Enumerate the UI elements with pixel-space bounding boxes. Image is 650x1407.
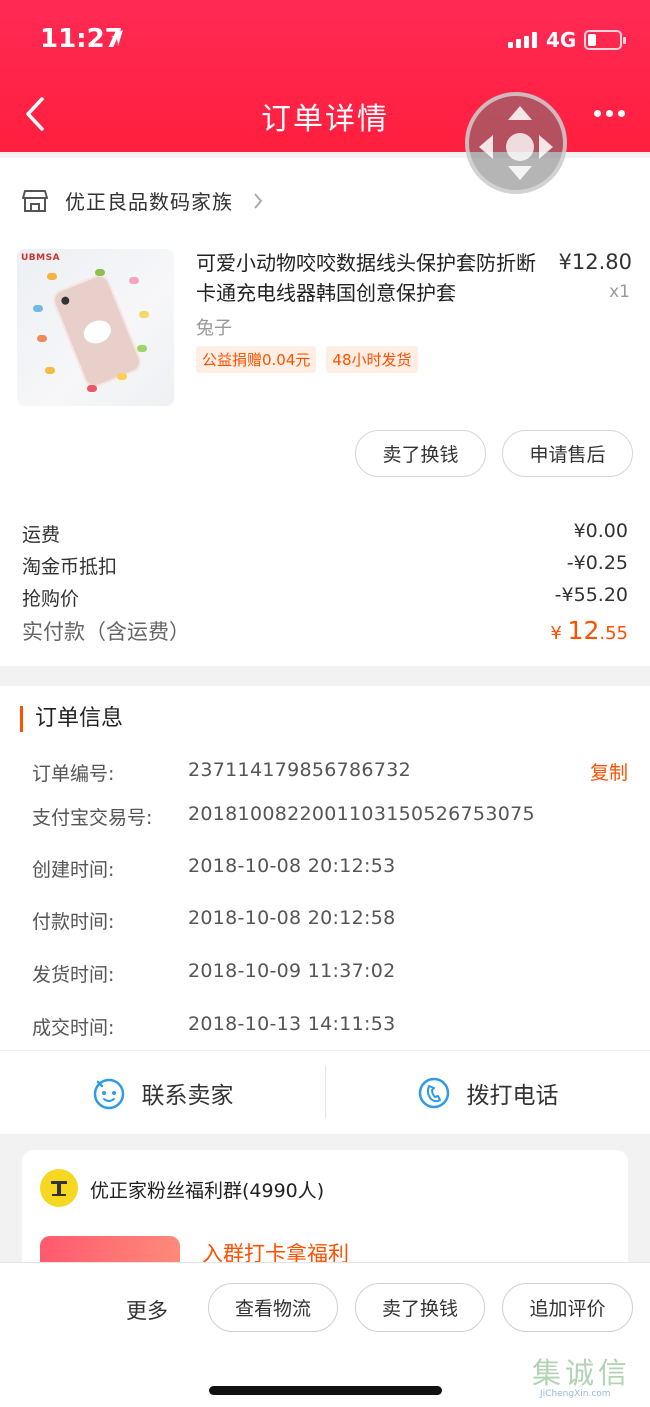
group-logo-icon <box>40 1169 78 1207</box>
fee-row-coin-discount: 淘金币抵扣 -¥0.25 <box>22 552 628 579</box>
copy-order-number-button[interactable]: 复制 <box>590 758 628 785</box>
fee-value: -¥0.25 <box>566 552 628 574</box>
arrow-right-icon <box>539 135 553 159</box>
view-logistics-button[interactable]: 查看物流 <box>208 1283 338 1332</box>
fee-row-flash-price: 抢购价 -¥55.20 <box>22 584 628 611</box>
watermark-url: JiChengXin.com <box>540 1389 611 1399</box>
fee-value: ¥0.00 <box>573 520 628 542</box>
product-image[interactable]: UBMSA <box>17 249 174 406</box>
network-type: 4G <box>546 28 577 52</box>
contact-seller-button[interactable]: 联系卖家 <box>0 1052 325 1134</box>
divider <box>0 1050 650 1051</box>
product-price: ¥12.80 <box>558 250 632 274</box>
total-decimal: .55 <box>599 623 628 644</box>
tag-shipping: 48小时发货 <box>326 346 418 373</box>
info-row-shipped: 发货时间: 2018-10-09 11:37:02 <box>32 960 396 987</box>
total-integer: 12 <box>567 616 600 645</box>
phone-icon <box>418 1077 449 1109</box>
info-value: 2018100822001103150526753075 <box>188 803 535 825</box>
info-row-completed: 成交时间: 2018-10-13 14:11:53 <box>32 1013 396 1040</box>
product-sku: 兔子 <box>196 318 232 339</box>
signal-strength-icon <box>508 32 537 48</box>
info-value: 237114179856786732 <box>188 759 411 781</box>
info-row-created: 创建时间: 2018-10-08 20:12:53 <box>32 855 396 882</box>
info-label: 支付宝交易号: <box>32 807 153 829</box>
product-tags: 公益捐赠0.04元 48小时发货 <box>196 346 418 373</box>
order-info-title: 订单信息 <box>20 706 123 732</box>
info-label: 成交时间: <box>32 1017 115 1039</box>
battery-icon <box>584 30 626 50</box>
tag-charity: 公益捐赠0.04元 <box>196 346 317 373</box>
chevron-right-icon <box>254 192 263 209</box>
assistive-touch-joystick[interactable] <box>465 92 567 194</box>
arrow-up-icon <box>508 106 532 120</box>
info-row-order-number: 订单编号: 237114179856786732 <box>32 759 411 786</box>
info-label: 创建时间: <box>32 859 115 881</box>
order-info-card: 订单信息 复制 订单编号: 237114179856786732 支付宝交易号:… <box>0 686 650 1134</box>
info-value: 2018-10-13 14:11:53 <box>188 1013 396 1035</box>
fee-row-shipping: 运费 ¥0.00 <box>22 520 628 547</box>
order-item-card: 优正良品数码家族 UBMSA 可爱小动物咬咬数据线头保护套防折断卡通充电线器韩国… <box>0 158 650 666</box>
info-row-alipay-number: 支付宝交易号: 2018100822001103150526753075 <box>32 803 535 830</box>
bottom-action-bar: 更多 查看物流 卖了换钱 追加评价 集诚信 JiChengXin.com <box>0 1262 650 1407</box>
more-options-icon[interactable] <box>594 110 625 117</box>
more-button[interactable]: 更多 <box>126 1295 168 1325</box>
info-value: 2018-10-08 20:12:58 <box>188 907 396 929</box>
sell-item-button[interactable]: 卖了换钱 <box>355 430 486 477</box>
store-icon <box>22 189 48 212</box>
shop-name: 优正良品数码家族 <box>65 190 233 214</box>
add-review-button[interactable]: 追加评价 <box>502 1283 633 1332</box>
watermark-text: 集诚信 <box>532 1356 632 1390</box>
info-label: 订单编号: <box>32 763 115 785</box>
arrow-down-icon <box>508 166 532 180</box>
total-amount: ¥ 12.55 <box>550 616 628 646</box>
arrow-left-icon <box>479 135 493 159</box>
product-quantity: x1 <box>609 282 630 302</box>
fee-label: 抢购价 <box>22 588 80 610</box>
call-phone-label: 拨打电话 <box>466 1083 559 1109</box>
chat-face-icon <box>93 1078 124 1110</box>
fee-value: -¥55.20 <box>554 584 628 606</box>
sell-button[interactable]: 卖了换钱 <box>355 1283 485 1332</box>
total-currency: ¥ <box>550 623 562 644</box>
product-title[interactable]: 可爱小动物咬咬数据线头保护套防折断卡通充电线器韩国创意保护套 <box>196 248 541 308</box>
total-paid-row: 实付款（含运费） ¥ 12.55 <box>22 616 628 646</box>
location-arrow-icon <box>111 30 123 46</box>
info-label: 发货时间: <box>32 964 115 986</box>
fee-label: 运费 <box>22 524 61 546</box>
phone-illustration <box>52 274 142 388</box>
group-name: 优正家粉丝福利群(4990人) <box>90 1180 325 1202</box>
info-value: 2018-10-09 11:37:02 <box>188 960 396 982</box>
info-value: 2018-10-08 20:12:53 <box>188 855 396 877</box>
info-row-paid: 付款时间: 2018-10-08 20:12:58 <box>32 907 396 934</box>
product-image-brand: UBMSA <box>21 253 61 263</box>
after-sale-button[interactable]: 申请售后 <box>502 430 633 477</box>
joystick-center <box>506 133 534 161</box>
shop-link[interactable]: 优正良品数码家族 <box>22 186 263 215</box>
fee-label: 淘金币抵扣 <box>22 556 118 578</box>
total-label: 实付款（含运费） <box>22 620 190 644</box>
info-label: 付款时间: <box>32 911 115 933</box>
watermark-logo: 集诚信 JiChengXin.com <box>532 1357 644 1403</box>
contact-seller-label: 联系卖家 <box>141 1083 234 1109</box>
home-indicator[interactable] <box>209 1386 442 1395</box>
call-phone-button[interactable]: 拨打电话 <box>325 1052 650 1134</box>
